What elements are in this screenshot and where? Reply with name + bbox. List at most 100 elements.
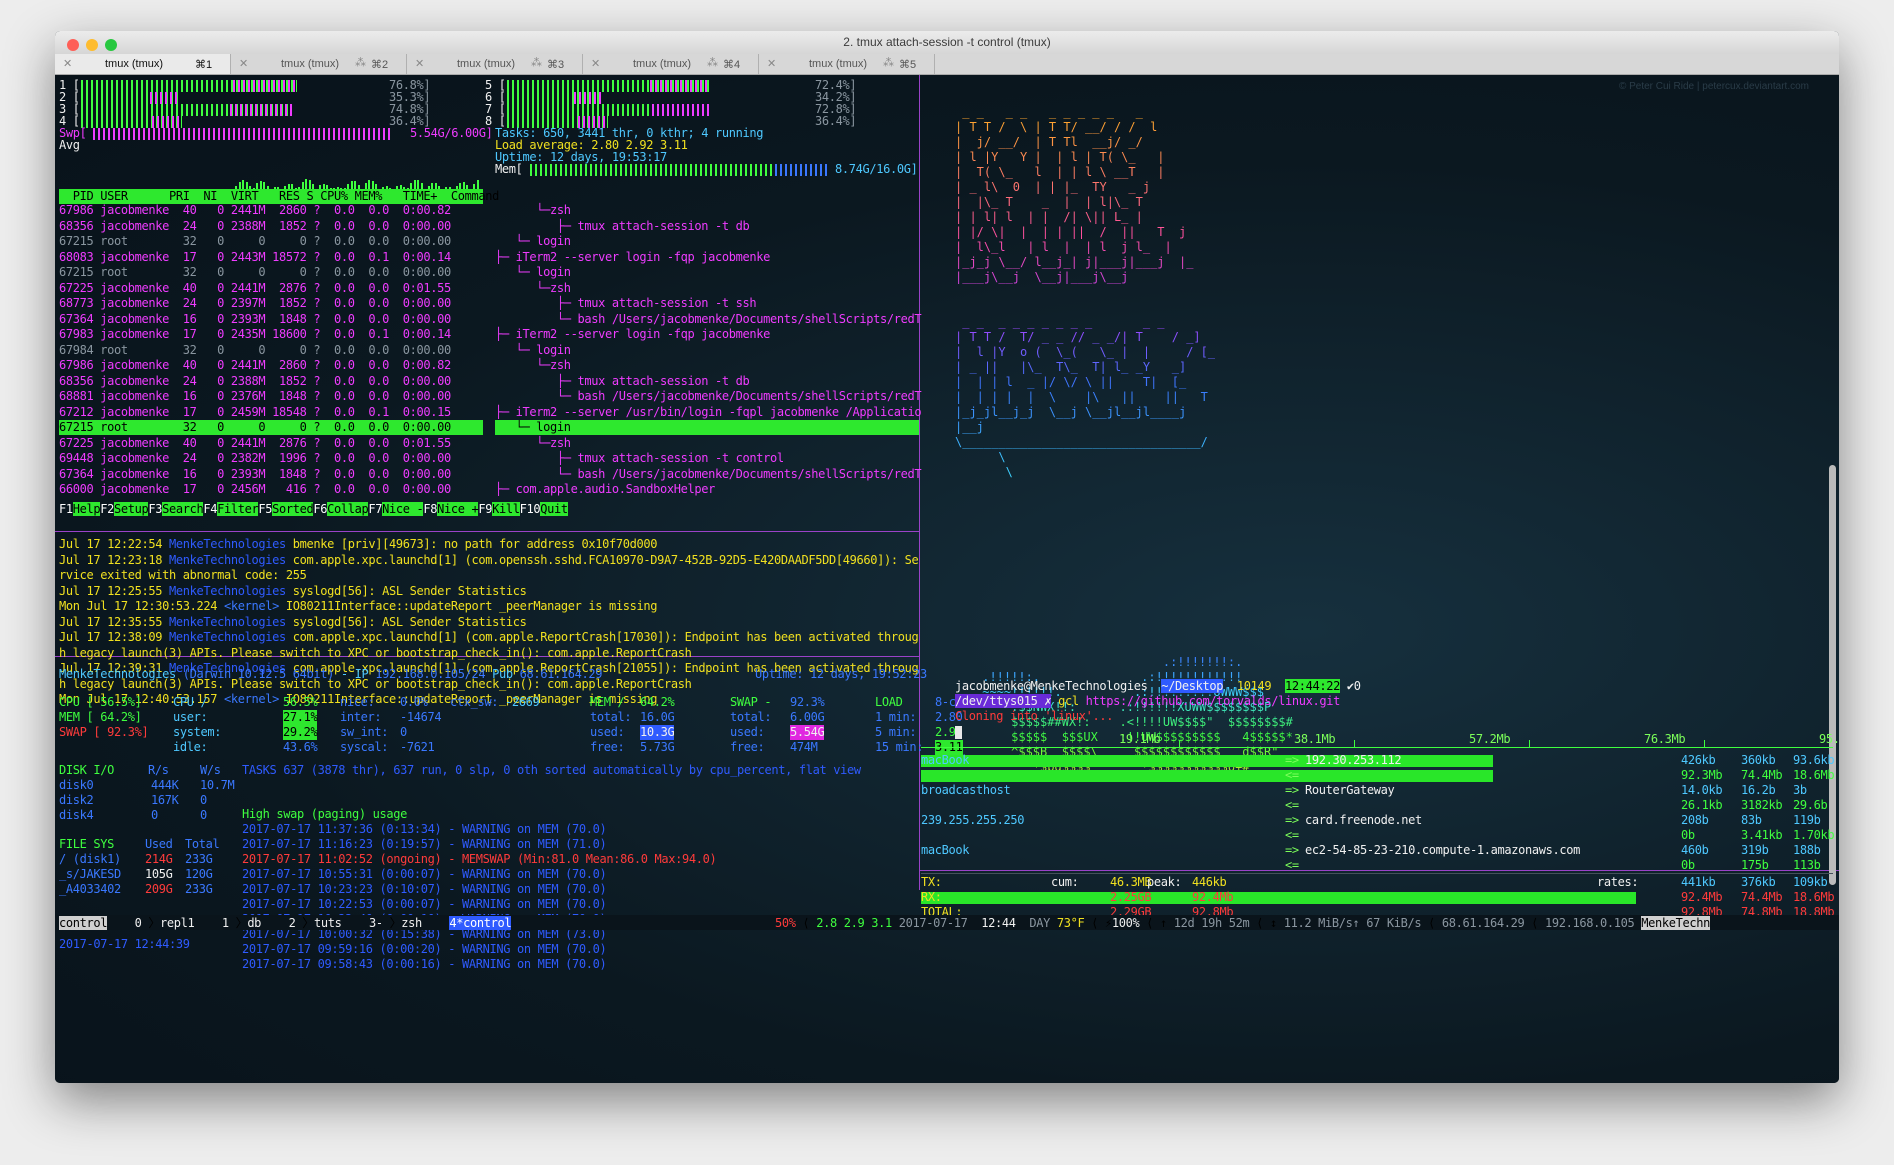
close-tab-icon[interactable]: ✕ [415, 57, 424, 70]
process-command: ├─ tmux attach-session -t control [495, 451, 784, 465]
cpu-inter: -14674 [400, 710, 442, 724]
fs-total: 233G [185, 852, 213, 866]
window-name[interactable]: repl1 [160, 916, 195, 930]
session-name[interactable]: control [59, 916, 107, 930]
host-destination: 192.30.253.112 [1305, 753, 1402, 767]
rate-2s: 92.3Mb [1681, 768, 1723, 782]
window-number[interactable]: 2 [289, 916, 296, 930]
function-key-F4[interactable]: F4 [203, 502, 217, 516]
scale-tick [1704, 740, 1705, 748]
disk-write: 0 [200, 808, 207, 822]
quicklook-label: MEM [59, 710, 80, 724]
process-command: └─ bash /Users/jacobmenke/Documents/shel… [495, 466, 922, 481]
function-key-F5[interactable]: F5 [258, 502, 272, 516]
load-m5_l: 5 min: [875, 725, 917, 739]
function-key-label[interactable]: Quit [540, 502, 568, 516]
process-command: └─ bash /Users/jacobmenke/Documents/shel… [495, 389, 922, 403]
iftop-rate: 92.4Mb [1681, 890, 1723, 904]
function-key-label[interactable]: Nice + [437, 502, 479, 516]
fs-used: 105G [145, 867, 173, 881]
function-key-F2[interactable]: F2 [100, 502, 114, 516]
terminal-cursor[interactable] [955, 726, 962, 739]
date-status: 2017-07-17 [898, 916, 968, 930]
glances-uptime: Uptime: 12 days, 19:52:23 [755, 667, 927, 681]
tab-2[interactable]: ✕ tmux (tmux) ⁂ ⌘2 [231, 54, 407, 74]
alert-line: 2017-07-17 09:58:43 (0:00:16) - WARNING … [242, 957, 607, 971]
rate-2s: 0b [1681, 858, 1695, 872]
function-key-label[interactable]: Filter [217, 502, 259, 516]
mem-pct: 64.2% [640, 695, 675, 709]
active-window-name[interactable]: control [463, 916, 512, 930]
tab-1[interactable]: ✕ tmux (tmux) ⌘1 [55, 54, 231, 74]
fs-title: FILE SYS [59, 837, 114, 851]
tab-4[interactable]: ✕ tmux (tmux) ⁂ ⌘4 [583, 54, 759, 74]
function-key-F1[interactable]: F1 [59, 502, 73, 516]
close-tab-icon[interactable]: ✕ [239, 57, 248, 70]
tab-shortcut: ⌘2 [371, 59, 389, 71]
tab-3[interactable]: ✕ tmux (tmux) ⁂ ⌘3 [407, 54, 583, 74]
swap-free: 474M [790, 740, 818, 754]
function-key-label[interactable]: Nice - [382, 502, 424, 516]
tab-label: tmux (tmux) [633, 58, 692, 70]
process-command: └─ login [495, 265, 571, 279]
window-name[interactable]: tuts [314, 916, 342, 930]
cpu-syscal_l: syscal: [340, 740, 389, 754]
traffic-direction: <= [1285, 798, 1299, 812]
scale-tick [1354, 740, 1355, 748]
iftop-cum: 46.3MB [1110, 875, 1152, 889]
process-command: └─ bash /Users/jacobmenke/Documents/shel… [495, 311, 922, 326]
process-row: 67212 jacobmenke 17 0 2459M 18548 ? 0.0 … [59, 404, 451, 419]
function-key-label[interactable]: Setup [114, 502, 149, 516]
pane-divider-left-1[interactable] [55, 531, 919, 532]
process-row: 68773 jacobmenke 24 0 2397M 1852 ? 0.0 0… [59, 296, 451, 310]
tty-segment: /dev/ttys015 ✗ [955, 694, 1052, 708]
window-number[interactable]: 3- [369, 916, 383, 930]
scale-label: 57.2Mb [1469, 732, 1511, 746]
alerts-title: High swap (paging) usage [242, 807, 407, 821]
window-name[interactable]: zsh [401, 916, 422, 930]
function-key-label[interactable]: Search [162, 502, 204, 516]
cpu-user_l: user: [173, 710, 208, 724]
window-name[interactable]: db [247, 916, 261, 930]
function-key-F7[interactable]: F7 [368, 502, 382, 516]
alert-line: 2017-07-17 11:02:52 (ongoing) - MEMSWAP … [242, 852, 717, 866]
mem-value: 8.74G/16.0G] [835, 162, 918, 176]
function-key-label[interactable]: Help [72, 502, 101, 516]
log-text: syslogd[56]: ASL Sender Statistics [292, 614, 527, 629]
scrollbar[interactable] [1829, 465, 1836, 885]
function-key-F6[interactable]: F6 [313, 502, 327, 516]
process-row: 67225 jacobmenke 40 0 2441M 2876 ? 0.0 0… [59, 435, 451, 450]
tab-label: tmux (tmux) [457, 58, 516, 70]
function-key-label[interactable]: Collap [327, 502, 369, 516]
process-command: ├─ com.apple.audio.SandboxHelper [495, 482, 715, 496]
close-tab-icon[interactable]: ✕ [63, 57, 72, 70]
iftop-rate: 74.4Mb [1741, 890, 1783, 904]
function-key-F8[interactable]: F8 [423, 502, 437, 516]
glances-header: MenkeTechnologies (Darwin 10.12.5 64bit)… [59, 667, 602, 682]
pane-divider-vertical[interactable] [919, 75, 920, 890]
window-number[interactable]: 0 [135, 916, 142, 930]
rate-2s: 26.1kb [1681, 798, 1723, 812]
cpu-system-bar [574, 92, 602, 104]
close-tab-icon[interactable]: ✕ [591, 57, 600, 70]
function-key-label[interactable]: Kill [492, 502, 520, 516]
process-command: └─ login [495, 342, 571, 357]
window-number[interactable]: 1 [222, 916, 229, 930]
process-command: ├─ tmux attach-session -t ssh [495, 296, 757, 310]
mem-usage-bar [530, 164, 810, 176]
process-row: 67986 jacobmenke 40 0 2441M 2860 ? 0.0 0… [59, 358, 451, 372]
disk-write: 0 [200, 793, 207, 807]
close-tab-icon[interactable]: ✕ [767, 57, 776, 70]
function-key-F9[interactable]: F9 [478, 502, 492, 516]
terminal-content[interactable]: © Peter Cui Ride | petercux.deviantart.c… [55, 75, 1839, 1083]
function-key-F3[interactable]: F3 [148, 502, 162, 516]
function-key-F10[interactable]: F10 [520, 502, 541, 516]
cum-label: cum: [1051, 875, 1079, 889]
traffic-direction: => [1285, 843, 1299, 857]
pane-divider-right[interactable] [919, 870, 1839, 871]
active-window-number[interactable]: 4* [449, 916, 463, 930]
function-key-label[interactable]: Sorted [272, 502, 314, 516]
temperature-status: 73°F [1056, 916, 1085, 930]
tab-bar: ✕ tmux (tmux) ⌘1 ✕ tmux (tmux) ⁂ ⌘2 ✕ tmux (tmux… [55, 54, 1839, 75]
tab-5[interactable]: ✕ tmux (tmux) ⁂ ⌘5 [759, 54, 935, 74]
